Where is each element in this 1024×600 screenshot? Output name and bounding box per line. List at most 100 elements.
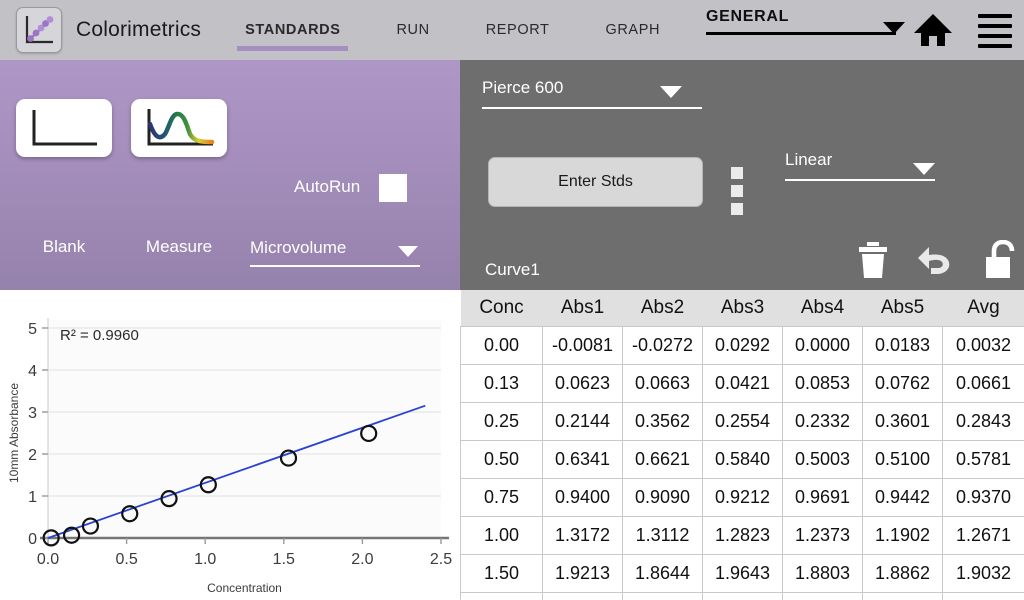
table-cell-abs1[interactable]: 1.9213 [542,554,623,593]
y-tick-label: 0 [28,531,37,548]
delete-icon[interactable] [855,240,891,285]
unlock-icon[interactable] [983,239,1019,285]
table-cell-abs5[interactable]: 0.0762 [862,364,943,403]
table-row[interactable]: 0.00 -0.0081 -0.0272 0.0292 0.0000 0.0183 0.00… [460,326,1024,365]
table-cell-abs2[interactable]: 0.9090 [622,478,703,517]
table-cell-abs4[interactable]: 0.9691 [782,478,863,517]
autorun-checkbox[interactable] [379,174,407,202]
table-cell-abs2[interactable]: 1.3112 [622,516,703,555]
x-tick-label: 2.5 [430,551,452,568]
table-cell-abs5[interactable]: 0.3601 [862,402,943,441]
table-cell-abs3[interactable]: 0.2554 [702,402,783,441]
table-cell-abs2[interactable]: 0.0663 [622,364,703,403]
measure-button[interactable] [131,99,227,157]
table-cell-avg[interactable]: 2.4890 [942,592,1024,600]
unlock-icon-glyph [986,239,1015,278]
table-cell-abs3[interactable]: 0.9212 [702,478,783,517]
tab-report[interactable]: REPORT [476,0,560,60]
chevron-down-icon[interactable] [883,22,905,34]
table-cell-avg[interactable]: 1.9032 [942,554,1024,593]
hamburger-menu-icon[interactable] [978,14,1012,48]
table-cell-abs2[interactable]: 1.8644 [622,554,703,593]
table-cell-abs2[interactable]: 0.3562 [622,402,703,441]
table-cell-abs3[interactable]: 0.5840 [702,440,783,479]
table-cell-abs3[interactable]: 1.9643 [702,554,783,593]
undo-icon[interactable] [917,241,957,284]
mode-selector-value: GENERAL [706,8,790,25]
table-cell-abs1[interactable]: 0.6341 [542,440,623,479]
table-cell-avg[interactable]: 0.0661 [942,364,1024,403]
table-cell-abs4[interactable]: 0.0000 [782,326,863,365]
table-row[interactable]: 0.25 0.2144 0.3562 0.2554 0.2332 0.3601 0.2843 [460,402,1024,441]
assay-underline [482,107,702,109]
table-cell-abs4[interactable]: 0.0853 [782,364,863,403]
table-cell-abs4[interactable]: 2.5072 [782,592,863,600]
table-cell-abs3[interactable]: 1.2823 [702,516,783,555]
table-cell-abs5[interactable]: 0.5100 [862,440,943,479]
standards-table-container[interactable]: Conc Abs1 Abs2 Abs3 Abs4 Abs5 Avg 0.00 -0.0081-… [460,290,1024,600]
table-cell-abs3[interactable]: 2.5173 [702,592,783,600]
table-cell-abs5[interactable]: 1.8862 [862,554,943,593]
table-cell-abs1[interactable]: 0.2144 [542,402,623,441]
table-cell-conc[interactable]: 0.75 [460,478,543,517]
chevron-down-icon[interactable] [398,246,418,257]
menu-bar-3 [978,34,1012,38]
three-dots-vertical-icon[interactable] [731,167,743,221]
curve-action-icons [855,239,1019,285]
table-cell-conc[interactable]: 1.00 [460,516,543,555]
table-row[interactable]: 0.50 0.6341 0.6621 0.5840 0.5003 0.5100 0.5781 [460,440,1024,479]
table-cell-abs5[interactable]: 1.1902 [862,516,943,555]
table-cell-abs4[interactable]: 1.2373 [782,516,863,555]
table-cell-abs4[interactable]: 0.5003 [782,440,863,479]
table-cell-conc[interactable]: 0.25 [460,402,543,441]
table-cell-abs2[interactable]: 2.4512 [622,592,703,600]
home-icon[interactable] [913,12,953,53]
menu-bar-2 [978,24,1012,28]
table-cell-abs2[interactable]: -0.0272 [622,326,703,365]
table-cell-abs3[interactable]: 0.0421 [702,364,783,403]
table-col-header-abs2: Abs2 [622,290,703,327]
table-row[interactable]: 0.75 0.9400 0.9090 0.9212 0.9691 0.9442 0.9370 [460,478,1024,517]
table-cell-avg[interactable]: 0.2843 [942,402,1024,441]
table-cell-conc[interactable]: 0.13 [460,364,543,403]
table-cell-abs2[interactable]: 0.6621 [622,440,703,479]
table-cell-conc[interactable]: 0.00 [460,326,543,365]
table-cell-abs4[interactable]: 0.2332 [782,402,863,441]
table-cell-abs1[interactable]: 0.9400 [542,478,623,517]
table-cell-avg[interactable]: 0.5781 [942,440,1024,479]
app-header: Colorimetrics STANDARDS RUN REPORT GRAPH… [0,0,1024,60]
calibration-chart[interactable]: 0 1 2 3 4 5 0.0 0.5 1.0 1.5 2.0 2.5 Concentration 10m… [0,290,460,600]
table-cell-avg[interactable]: 0.9370 [942,478,1024,517]
tab-standards-label: STANDARDS [245,22,341,38]
table-cell-abs1[interactable]: 0.0623 [542,364,623,403]
table-cell-conc[interactable]: 1.50 [460,554,543,593]
chevron-down-icon[interactable] [913,163,935,175]
mode-selector[interactable]: GENERAL [706,8,896,35]
table-cell-abs1[interactable]: 2.4173 [542,592,623,600]
tab-standards[interactable]: STANDARDS [235,0,350,60]
tab-run[interactable]: RUN [386,0,439,60]
table-cell-abs1[interactable]: -0.0081 [542,326,623,365]
table-row[interactable]: 2.002.41732.45122.51732.50722.55222.4890 [460,592,1024,600]
tab-graph[interactable]: GRAPH [595,0,670,60]
table-cell-conc[interactable]: 0.50 [460,440,543,479]
table-row[interactable]: 1.00 1.3172 1.3112 1.2823 1.2373 1.1902 1.2671 [460,516,1024,555]
table-row[interactable]: 0.13 0.0623 0.0663 0.0421 0.0853 0.0762 0.0661 [460,364,1024,403]
table-cell-abs5[interactable]: 0.9442 [862,478,943,517]
chevron-down-icon[interactable] [660,86,682,98]
table-cell-abs5[interactable]: 2.5522 [862,592,943,600]
blank-button[interactable] [16,99,112,157]
enter-stds-button[interactable]: Enter Stds [488,157,703,207]
table-row[interactable]: 1.50 1.9213 1.8644 1.9643 1.8803 1.8862 1.9032 [460,554,1024,593]
table-cell-conc[interactable]: 2.00 [460,592,543,600]
table-cell-abs1[interactable]: 1.3172 [542,516,623,555]
table-cell-avg[interactable]: 0.0032 [942,326,1024,365]
table-cell-abs4[interactable]: 1.8803 [782,554,863,593]
tab-report-label: REPORT [485,22,550,38]
table-cell-abs5[interactable]: 0.0183 [862,326,943,365]
tab-graph-label: GRAPH [605,22,661,38]
table-col-header-abs3: Abs3 [702,290,783,327]
table-cell-avg[interactable]: 1.2671 [942,516,1024,555]
volume-mode-select[interactable]: Microvolume [250,238,420,267]
table-cell-abs3[interactable]: 0.0292 [702,326,783,365]
